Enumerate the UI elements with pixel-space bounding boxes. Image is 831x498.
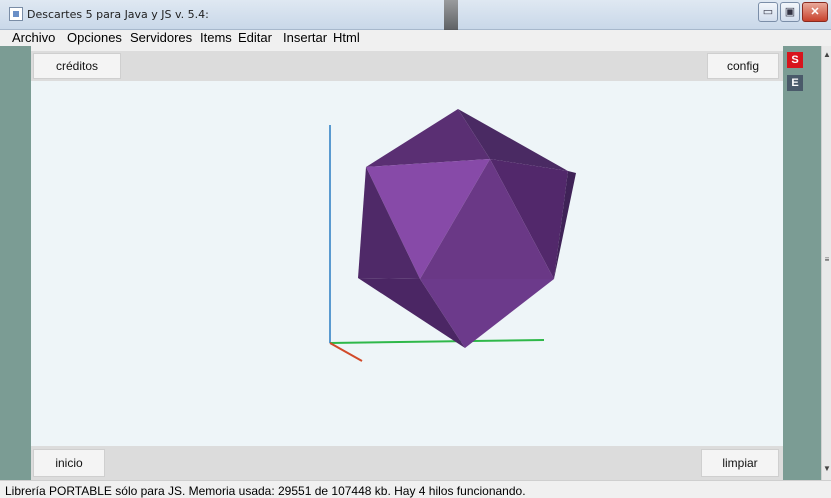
menu-items[interactable]: Items	[200, 30, 232, 45]
scene-canvas[interactable]	[31, 81, 783, 446]
scroll-down-icon[interactable]: ▼	[823, 464, 831, 473]
config-button[interactable]: config	[707, 53, 779, 79]
menu-bar: Archivo Opciones Servidores Items Editar…	[0, 30, 831, 46]
s-square-button[interactable]: S	[787, 52, 803, 68]
menu-servidores[interactable]: Servidores	[130, 30, 192, 45]
creditos-button[interactable]: créditos	[33, 53, 121, 79]
left-frame-margin	[0, 46, 31, 480]
title-bar: Descartes 5 para Java y JS v. 5.4: ▭ ▣ ✕	[0, 0, 831, 30]
menu-html[interactable]: Html	[333, 30, 360, 45]
icosahedron-shape	[358, 109, 576, 348]
scroll-grip-icon[interactable]: ≡	[823, 255, 831, 264]
e-square-button[interactable]: E	[787, 75, 803, 91]
scroll-up-icon[interactable]: ▲	[823, 50, 831, 59]
status-bar: Librería PORTABLE sólo para JS. Memoria …	[0, 480, 831, 498]
menu-insertar[interactable]: Insertar	[283, 30, 327, 45]
scene-svg	[329, 109, 576, 362]
window-title: Descartes 5 para Java y JS v. 5.4:	[27, 8, 209, 21]
top-button-bar: créditos config	[31, 51, 783, 81]
close-button[interactable]: ✕	[802, 2, 828, 22]
minimize-button[interactable]: ▭	[758, 2, 778, 22]
status-message: Librería PORTABLE sólo para JS. Memoria …	[5, 484, 526, 498]
limpiar-button[interactable]: limpiar	[701, 449, 779, 477]
menu-editar[interactable]: Editar	[238, 30, 272, 45]
y-axis	[329, 339, 545, 344]
bottom-button-bar: inicio limpiar	[31, 446, 783, 480]
title-bar-artifact	[444, 0, 458, 30]
java-app-icon	[9, 7, 23, 21]
menu-archivo[interactable]: Archivo	[12, 30, 55, 45]
vertical-scrollbar[interactable]: ▲ ≡ ▼	[821, 46, 831, 480]
maximize-button[interactable]: ▣	[780, 2, 800, 22]
right-frame-margin: S E	[783, 46, 821, 480]
x-axis	[329, 342, 363, 362]
app-window: Descartes 5 para Java y JS v. 5.4: ▭ ▣ ✕…	[0, 0, 831, 498]
menu-opciones[interactable]: Opciones	[67, 30, 122, 45]
inicio-button[interactable]: inicio	[33, 449, 105, 477]
